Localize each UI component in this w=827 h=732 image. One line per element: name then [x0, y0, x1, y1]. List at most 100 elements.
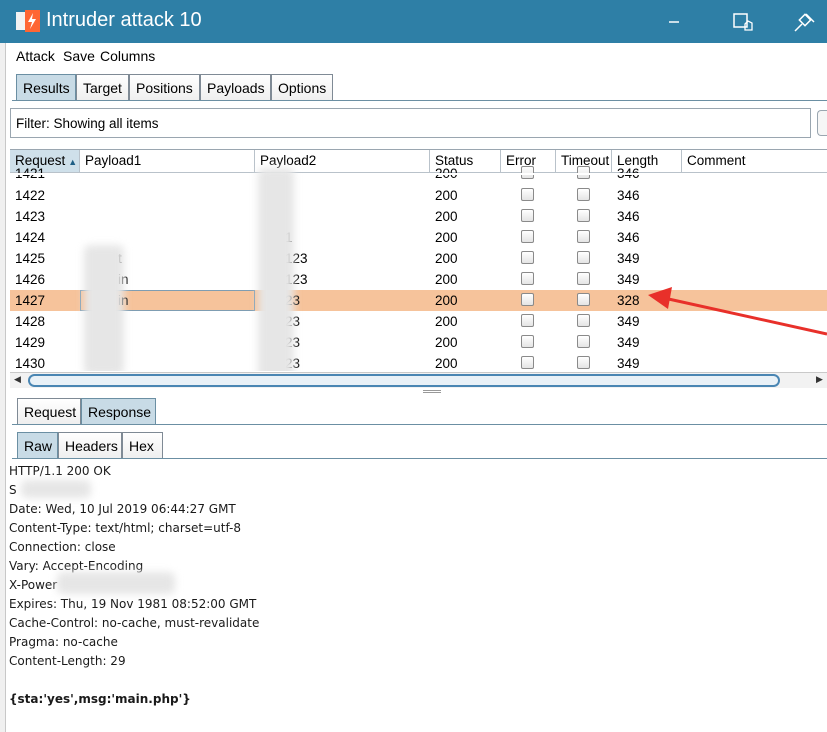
- cell-length: 349: [617, 314, 640, 329]
- tab-divider: [12, 424, 827, 425]
- response-line: S: [9, 483, 17, 497]
- tab-hex[interactable]: Hex: [122, 432, 163, 459]
- timeout-checkbox-icon: [577, 356, 590, 369]
- response-line: Pragma: no-cache: [9, 635, 118, 649]
- cell-request: 1430: [15, 356, 46, 371]
- pane-splitter[interactable]: [6, 388, 827, 396]
- response-line: Content-Type: text/html; charset=utf-8: [9, 521, 242, 535]
- horizontal-scrollbar[interactable]: ◀ ▶: [10, 372, 827, 388]
- tab-raw[interactable]: Raw: [17, 432, 58, 459]
- cell-request: 1425: [15, 251, 46, 266]
- error-checkbox-icon: [521, 209, 534, 222]
- pin-icon[interactable]: [790, 8, 818, 36]
- cell-length: 346: [617, 209, 640, 224]
- cell-status: 200: [435, 188, 458, 203]
- menu-columns[interactable]: Columns: [100, 48, 155, 64]
- response-line: Vary: Accept-Encoding: [9, 559, 144, 573]
- cell-status: 200: [435, 314, 458, 329]
- table-row[interactable]: 1422 200 346: [10, 185, 827, 206]
- response-line: HTTP/1.1 200 OK: [9, 464, 111, 478]
- cell-request: 1422: [15, 188, 46, 203]
- redaction: [57, 572, 175, 594]
- menu-save[interactable]: Save: [63, 48, 95, 64]
- tab-results[interactable]: Results: [16, 74, 76, 101]
- menu-attack[interactable]: Attack: [16, 48, 55, 64]
- table-row[interactable]: 142923200349: [10, 332, 827, 353]
- table-row[interactable]: 1426in123200349: [10, 269, 827, 290]
- response-line: Expires: Thu, 19 Nov 1981 08:52:00 GMT: [9, 597, 257, 611]
- error-checkbox-icon: [521, 314, 534, 327]
- response-line: Date: Wed, 10 Jul 2019 06:44:27 GMT: [9, 502, 236, 516]
- tab-payloads[interactable]: Payloads: [200, 74, 271, 101]
- timeout-checkbox-icon: [577, 209, 590, 222]
- timeout-checkbox-icon: [577, 230, 590, 243]
- cell-status: 200: [435, 293, 458, 308]
- redaction: [258, 168, 294, 371]
- error-checkbox-icon: [521, 293, 534, 306]
- response-line: Connection: close: [9, 540, 116, 554]
- scrollbar-thumb[interactable]: [28, 374, 780, 387]
- tab-options[interactable]: Options: [271, 74, 333, 101]
- cell-status: 200: [435, 230, 458, 245]
- restore-icon[interactable]: [730, 8, 758, 36]
- burp-app-icon: [16, 10, 40, 32]
- minimize-icon[interactable]: [660, 8, 688, 36]
- cell-length: 349: [617, 356, 640, 371]
- cell-request: 1426: [15, 272, 46, 287]
- error-checkbox-icon: [521, 188, 534, 201]
- scroll-left-icon[interactable]: ◀: [14, 375, 21, 385]
- cell-status: 200: [435, 356, 458, 371]
- error-checkbox-icon: [521, 230, 534, 243]
- table-row[interactable]: 142823200349: [10, 311, 827, 332]
- tab-divider: [12, 458, 827, 459]
- response-line: Content-Length: 29: [9, 654, 126, 668]
- response-body: {sta:'yes',msg:'main.php'}: [9, 692, 191, 706]
- tab-positions[interactable]: Positions: [129, 74, 200, 101]
- response-line: Cache-Control: no-cache, must-revalidate: [9, 616, 260, 630]
- table-row[interactable]: 1425t123200349: [10, 248, 827, 269]
- response-line: X-Power: [9, 578, 58, 592]
- window-title: Intruder attack 10: [46, 9, 202, 31]
- tab-divider: [12, 100, 827, 101]
- timeout-checkbox-icon: [577, 314, 590, 327]
- timeout-checkbox-icon: [577, 251, 590, 264]
- error-checkbox-icon: [521, 251, 534, 264]
- redaction: [21, 480, 91, 498]
- cell-length: 349: [617, 272, 640, 287]
- tab-headers[interactable]: Headers: [58, 432, 122, 459]
- cell-status: 200: [435, 335, 458, 350]
- cell-length: 349: [617, 335, 640, 350]
- filter-button[interactable]: [817, 110, 827, 136]
- splitter-grip[interactable]: [423, 390, 441, 393]
- header-gap: [10, 173, 827, 175]
- cell-request: 1427: [15, 293, 46, 308]
- cell-status: 200: [435, 251, 458, 266]
- tab-target[interactable]: Target: [76, 74, 129, 101]
- tab-request[interactable]: Request: [17, 398, 81, 425]
- cell-request: 1423: [15, 209, 46, 224]
- table-row[interactable]: 1423 200 346: [10, 206, 827, 227]
- error-checkbox-icon: [521, 356, 534, 369]
- filter-bar[interactable]: Filter: Showing all items: [10, 108, 811, 138]
- table-row[interactable]: 143023200349: [10, 353, 827, 371]
- cell-length: 349: [617, 251, 640, 266]
- cell-status: 200: [435, 209, 458, 224]
- menu-bar: Attack Save Columns: [6, 43, 827, 69]
- error-checkbox-icon: [521, 272, 534, 285]
- table-row-selected[interactable]: 1427in23200328: [10, 290, 827, 311]
- scroll-right-icon[interactable]: ▶: [816, 375, 823, 385]
- tab-response[interactable]: Response: [81, 398, 156, 425]
- table-row[interactable]: 14241200346: [10, 227, 827, 248]
- cell-request: 1424: [15, 230, 46, 245]
- cell-status: 200: [435, 272, 458, 287]
- title-bar: Intruder attack 10: [0, 0, 827, 43]
- cell-request: 1429: [15, 335, 46, 350]
- redaction: [84, 245, 124, 371]
- timeout-checkbox-icon: [577, 272, 590, 285]
- error-checkbox-icon: [521, 335, 534, 348]
- cell-request: 1428: [15, 314, 46, 329]
- timeout-checkbox-icon: [577, 335, 590, 348]
- timeout-checkbox-icon: [577, 188, 590, 201]
- timeout-checkbox-icon: [577, 293, 590, 306]
- cell-length: 346: [617, 188, 640, 203]
